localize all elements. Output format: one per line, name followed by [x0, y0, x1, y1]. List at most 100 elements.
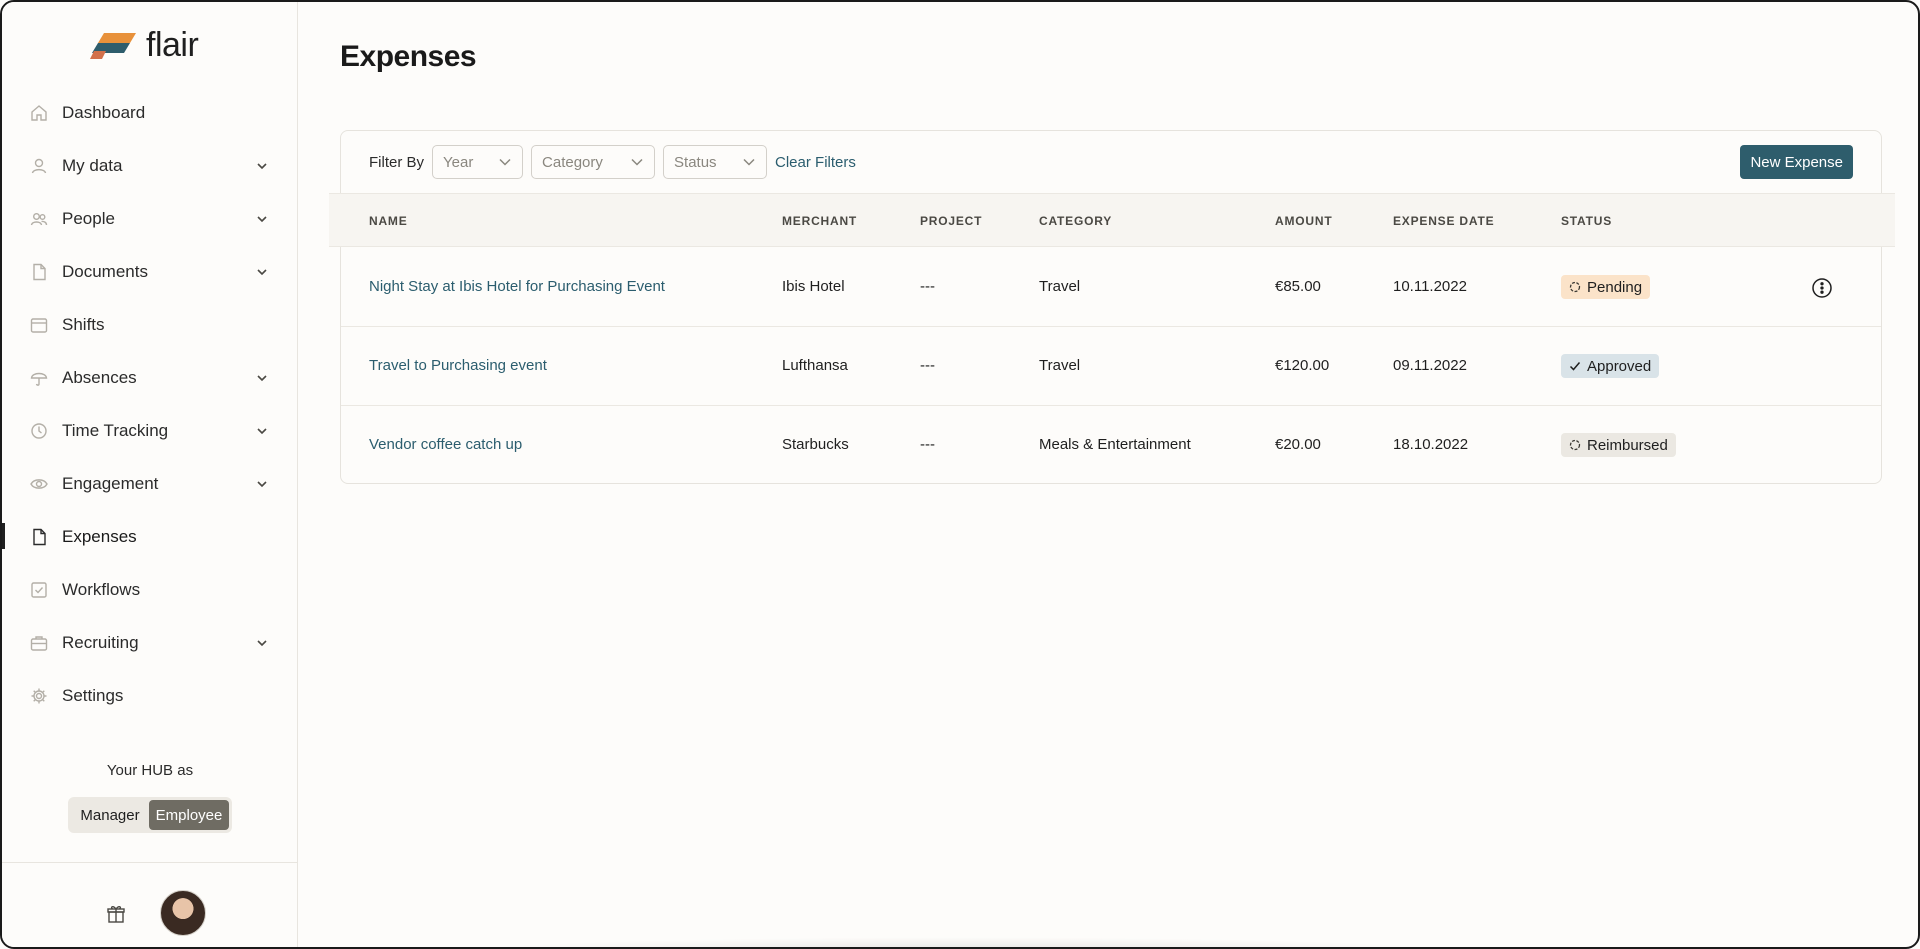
avatar[interactable]	[160, 890, 206, 936]
table-row[interactable]: Night Stay at Ibis Hotel for Purchasing …	[341, 248, 1881, 327]
expense-name-link[interactable]: Night Stay at Ibis Hotel for Purchasing …	[369, 278, 665, 295]
chevron-down-icon	[257, 162, 267, 169]
merchant-cell: Ibis Hotel	[782, 278, 845, 295]
table-row[interactable]: Vendor coffee catch up Starbucks --- Mea…	[341, 406, 1881, 485]
chevron-down-icon	[257, 374, 267, 381]
status-badge: Approved	[1561, 354, 1660, 378]
status-badge-label: Pending	[1587, 278, 1643, 296]
sidebar-item-workflows[interactable]: Workflows	[2, 563, 297, 616]
clear-filters-link[interactable]: Clear Filters	[775, 154, 856, 171]
sidebar-item-shifts[interactable]: Shifts	[2, 298, 297, 351]
user-icon	[30, 157, 48, 175]
sidebar-item-recruiting[interactable]: Recruiting	[2, 616, 297, 669]
amount-cell: €120.00	[1275, 357, 1330, 374]
hub-label: Your HUB as	[106, 762, 194, 779]
sidebar-item-label: Time Tracking	[62, 420, 169, 440]
brand-logo[interactable]: flair	[90, 26, 199, 65]
sidebar-item-label: Recruiting	[62, 632, 139, 652]
column-header-merchant[interactable]: MERCHANT	[782, 214, 857, 228]
status-filter-select[interactable]: Status	[663, 145, 768, 179]
column-header-category[interactable]: CATEGORY	[1039, 214, 1112, 228]
amount-cell: €85.00	[1275, 278, 1321, 295]
sidebar-item-my-data[interactable]: My data	[2, 139, 297, 192]
sidebar-item-settings[interactable]: Settings	[2, 669, 297, 722]
briefcase-icon	[30, 634, 48, 652]
status-badge: Pending	[1561, 275, 1651, 299]
sidebar-item-dashboard[interactable]: Dashboard	[2, 86, 297, 139]
chevron-down-icon	[257, 427, 267, 434]
merchant-cell: Starbucks	[782, 436, 849, 453]
sidebar-item-label: Shifts	[62, 314, 105, 334]
sidebar: flair Dashboard My data People Documents	[2, 2, 298, 947]
chevron-down-icon	[631, 158, 643, 166]
flair-logo-icon	[90, 32, 136, 59]
checkbox-icon	[30, 581, 48, 599]
chevron-down-icon	[257, 639, 267, 646]
category-filter-placeholder: Category	[542, 153, 603, 171]
category-filter-select[interactable]: Category	[531, 145, 656, 179]
date-cell: 10.11.2022	[1393, 278, 1467, 295]
umbrella-icon	[30, 369, 48, 387]
home-icon	[30, 104, 48, 122]
column-header-status[interactable]: STATUS	[1561, 214, 1612, 228]
status-badge-label: Reimbursed	[1587, 436, 1668, 454]
sidebar-item-label: My data	[62, 155, 123, 175]
table-header: NAME MERCHANT PROJECT CATEGORY AMOUNT EX…	[329, 193, 1895, 247]
column-header-project[interactable]: PROJECT	[920, 214, 982, 228]
sidebar-item-documents[interactable]: Documents	[2, 245, 297, 298]
filter-bar: Filter By Year Category Status Clear Fil…	[369, 145, 856, 179]
checkmark-icon	[1569, 360, 1581, 372]
filter-label: Filter By	[369, 153, 425, 171]
column-header-name[interactable]: NAME	[369, 214, 408, 228]
project-cell: ---	[920, 357, 935, 374]
expense-name-link[interactable]: Travel to Purchasing event	[369, 357, 547, 374]
sidebar-item-people[interactable]: People	[2, 192, 297, 245]
sidebar-item-label: Absences	[62, 367, 137, 387]
reimbursed-icon	[1569, 439, 1581, 451]
column-header-amount[interactable]: AMOUNT	[1275, 214, 1332, 228]
column-header-expense-date[interactable]: EXPENSE DATE	[1393, 214, 1494, 228]
file-icon	[30, 528, 48, 546]
chevron-down-icon	[743, 158, 755, 166]
expenses-card: Filter By Year Category Status Clear Fil…	[329, 130, 1895, 485]
brand-name: flair	[146, 26, 199, 64]
project-cell: ---	[920, 278, 935, 295]
status-filter-placeholder: Status	[674, 153, 717, 171]
sidebar-item-label: Engagement	[62, 473, 159, 493]
date-cell: 09.11.2022	[1393, 357, 1467, 374]
people-icon	[30, 210, 48, 228]
sidebar-item-label: Dashboard	[62, 102, 146, 122]
more-options-icon[interactable]	[1811, 277, 1833, 299]
status-badge-label: Approved	[1587, 357, 1652, 375]
sidebar-item-absences[interactable]: Absences	[2, 351, 297, 404]
clock-icon	[30, 422, 48, 440]
gear-icon	[30, 687, 48, 705]
category-cell: Travel	[1039, 278, 1081, 295]
sidebar-item-label: Documents	[62, 261, 148, 281]
year-filter-select[interactable]: Year	[432, 145, 524, 179]
role-manager-option[interactable]: Manager	[71, 800, 149, 830]
sidebar-item-engagement[interactable]: Engagement	[2, 457, 297, 510]
role-employee-option[interactable]: Employee	[149, 800, 229, 830]
expense-name-link[interactable]: Vendor coffee catch up	[369, 436, 522, 453]
eye-icon	[30, 475, 48, 493]
sidebar-item-label: People	[62, 208, 115, 228]
sidebar-item-time-tracking[interactable]: Time Tracking	[2, 404, 297, 457]
project-cell: ---	[920, 436, 935, 453]
sidebar-divider	[2, 862, 298, 863]
chevron-down-icon	[499, 158, 511, 166]
bottom-shadow	[452, 937, 1472, 947]
new-expense-button[interactable]: New Expense	[1740, 145, 1853, 179]
amount-cell: €20.00	[1275, 436, 1321, 453]
table-row[interactable]: Travel to Purchasing event Lufthansa ---…	[341, 327, 1881, 406]
sidebar-item-label: Settings	[62, 685, 124, 705]
app-window: flair Dashboard My data People Documents	[0, 0, 1920, 949]
date-cell: 18.10.2022	[1393, 436, 1469, 453]
sidebar-item-label: Expenses	[62, 526, 137, 546]
pending-icon	[1569, 281, 1581, 293]
gift-icon[interactable]	[106, 904, 126, 924]
sidebar-item-expenses[interactable]: Expenses	[2, 510, 297, 563]
chevron-down-icon	[257, 215, 267, 222]
calendar-icon	[30, 316, 48, 334]
sidebar-item-label: Workflows	[62, 579, 141, 599]
